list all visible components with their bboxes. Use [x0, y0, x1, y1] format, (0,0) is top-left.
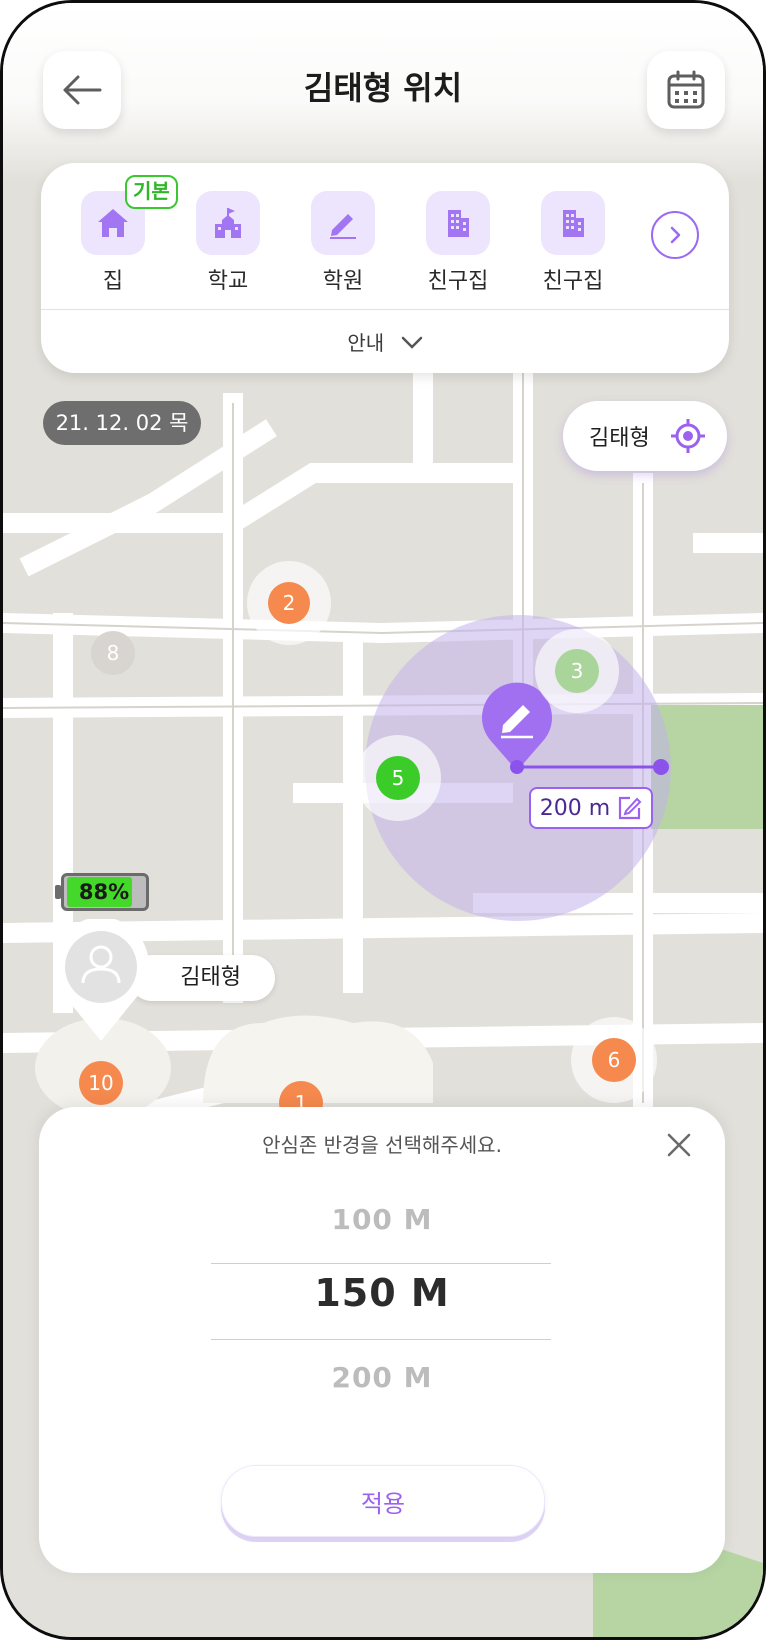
radius-label[interactable]: 200 m	[529, 787, 653, 829]
target-icon	[670, 419, 705, 453]
page-title: 김태형 위치	[303, 69, 463, 107]
sheet-title: 안심존 반경을 선택해주세요.	[262, 1133, 502, 1157]
locate-child-button[interactable]: 김태형	[563, 401, 727, 471]
cluster-marker[interactable]: 3	[535, 629, 619, 713]
picker-line	[211, 1339, 551, 1340]
radius-option-selected[interactable]: 150 M	[39, 1271, 725, 1315]
close-icon[interactable]	[663, 1129, 695, 1161]
cluster-marker[interactable]: 5	[355, 735, 441, 821]
cluster-count[interactable]: 8	[91, 631, 135, 675]
chevron-right-icon	[670, 226, 681, 244]
pencil-icon	[330, 214, 356, 239]
cluster-count: 2	[268, 582, 310, 624]
calendar-icon	[667, 70, 705, 109]
cluster-count: 6	[592, 1038, 636, 1082]
radius-picker-sheet: 안심존 반경을 선택해주세요. 100 M 150 M 200 M 적용	[39, 1107, 725, 1573]
calendar-button[interactable]	[647, 51, 725, 129]
edit-icon	[619, 796, 642, 820]
default-badge: 기본	[125, 175, 178, 209]
zone-tile	[541, 191, 605, 255]
chevron-down-icon	[401, 336, 422, 349]
guide-label: 안내	[347, 331, 385, 355]
zone-friend-1[interactable]: 친구집	[408, 191, 508, 295]
zone-label: 친구집	[427, 269, 489, 294]
radius-option[interactable]: 100 M	[39, 1203, 725, 1236]
zone-label: 집	[102, 269, 124, 294]
cluster-count: 5	[376, 756, 420, 800]
radius-option[interactable]: 200 M	[39, 1361, 725, 1394]
user-location-pin[interactable]	[51, 919, 151, 1043]
apply-button[interactable]: 적용	[221, 1465, 545, 1537]
guide-toggle[interactable]: 안내	[41, 327, 729, 356]
radius-value: 200 m	[539, 795, 611, 821]
cluster-marker[interactable]: 2	[247, 561, 331, 645]
zone-tile	[311, 191, 375, 255]
locate-name: 김태형	[589, 426, 650, 451]
cluster-marker[interactable]: 6	[571, 1017, 657, 1103]
zone-label: 학원	[322, 269, 364, 294]
divider	[41, 309, 729, 310]
battery-indicator: 88%	[55, 873, 151, 913]
home-icon	[98, 209, 128, 237]
school-icon	[215, 208, 241, 238]
picker-line	[211, 1263, 551, 1264]
back-button[interactable]	[43, 51, 121, 129]
back-arrow-icon	[63, 75, 102, 105]
battery-percent: 88%	[78, 880, 130, 904]
zone-label: 학교	[207, 269, 249, 294]
date-chip[interactable]: 21. 12. 02 목	[43, 401, 201, 445]
zone-academy[interactable]: 학원	[293, 191, 393, 295]
cluster-count: 3	[555, 649, 599, 693]
zone-label: 친구집	[542, 269, 604, 294]
zone-friend-2[interactable]: 친구집	[523, 191, 623, 295]
zones-next-button[interactable]	[651, 211, 699, 259]
building-icon	[448, 210, 469, 237]
zone-tile	[196, 191, 260, 255]
zone-school[interactable]: 학교	[178, 191, 278, 295]
safe-zone-card: 집 기본 학교 학원 친구집 친구집 안내	[41, 163, 729, 373]
building-icon	[563, 210, 584, 237]
cluster-count[interactable]: 10	[79, 1061, 123, 1105]
phone-frame: 김태형 위치 집 기본 학교 학원 친구집 친구집 안내 21. 12. 02 …	[0, 0, 766, 1640]
zone-tile	[426, 191, 490, 255]
